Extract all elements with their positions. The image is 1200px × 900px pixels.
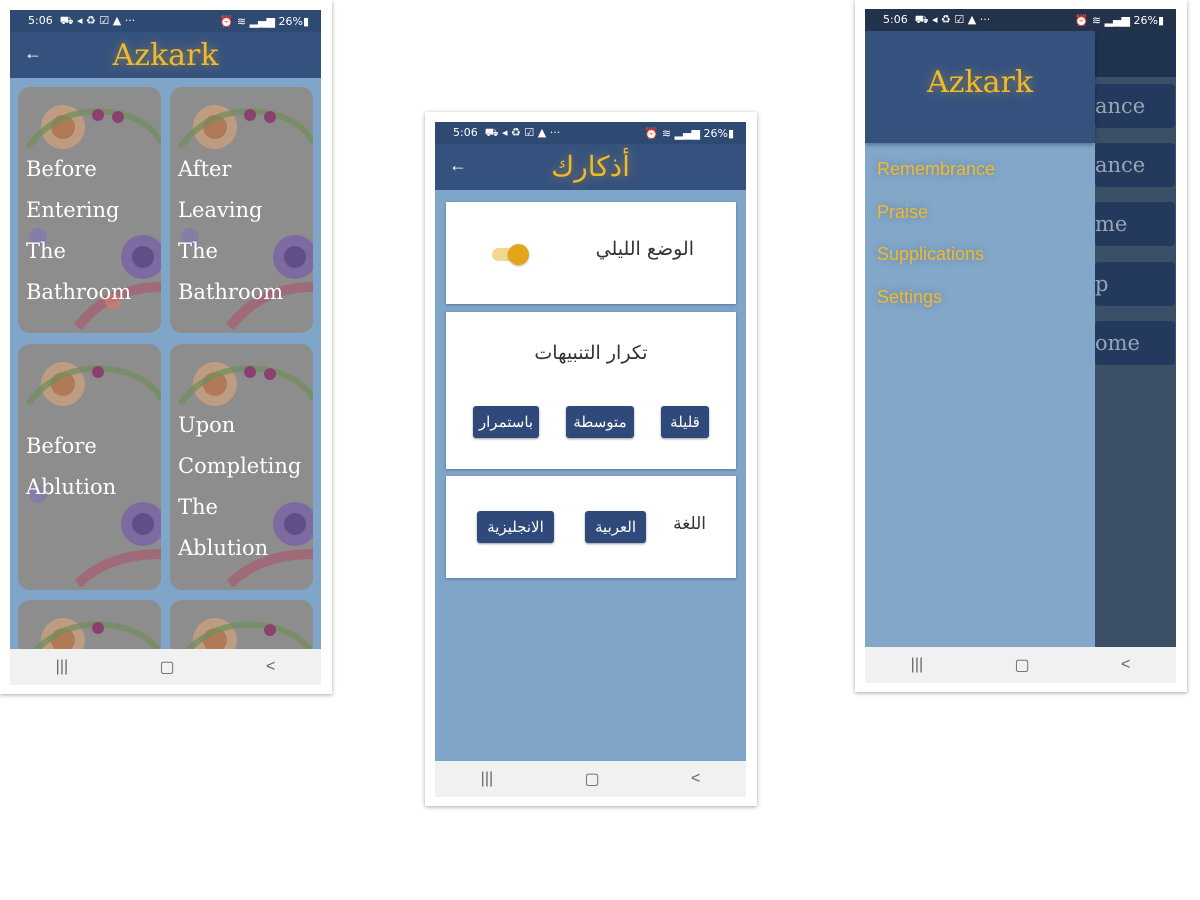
recent-apps-icon[interactable]: ||| bbox=[911, 656, 923, 674]
phone-drawer-screen: 5:06 ⛟ ◂ ♻ ☑ ▲ ··· ⏰ ≋ ▂▄▆ 26%▮ ance anc… bbox=[865, 9, 1176, 683]
system-back-icon[interactable]: < bbox=[691, 770, 700, 788]
phone-home-screen: 5:06 ⛟ ◂ ♻ ☑ ▲ ··· ⏰ ≋ ▂▄▆ 26%▮ ← Azkark… bbox=[10, 10, 321, 685]
app-bar: ← أذكارك bbox=[435, 144, 746, 190]
dimmed-list-item: ance bbox=[1095, 84, 1175, 128]
status-icons: ⛟ ◂ ♻ ☑ ▲ ··· bbox=[484, 125, 561, 139]
signal-icon: ⏰ ≋ ▂▄▆ bbox=[644, 126, 700, 140]
drawer-header: Azkark bbox=[865, 31, 1095, 143]
night-mode-card: الوضع الليلي bbox=[446, 202, 736, 304]
azkar-tile[interactable]: Upon Completing The Ablution bbox=[170, 344, 313, 590]
language-card: الانجليزية العربية اللغة bbox=[446, 476, 736, 578]
system-back-icon[interactable]: < bbox=[266, 658, 275, 676]
dimmed-list-item: p bbox=[1095, 262, 1175, 306]
battery-icon: ▮ bbox=[727, 126, 734, 140]
repeat-continuous-button[interactable]: باستمرار bbox=[473, 406, 539, 438]
tile-label: Before Ablution bbox=[26, 434, 117, 499]
notification-repeat-card: تكرار التنبيهات باستمرار متوسطة قليلة bbox=[446, 312, 736, 469]
app-bar: ← Azkark bbox=[10, 32, 321, 78]
menu-item-remembrance[interactable]: Remembrance bbox=[877, 159, 995, 180]
signal-icon: ⏰ ≋ ▂▄▆ bbox=[1074, 13, 1130, 27]
recent-apps-icon[interactable]: ||| bbox=[481, 770, 493, 788]
status-icons: ⛟ ◂ ♻ ☑ ▲ ··· bbox=[914, 12, 991, 26]
app-title: أذكارك bbox=[551, 150, 630, 183]
repeat-low-button[interactable]: قليلة bbox=[661, 406, 709, 438]
language-label: اللغة bbox=[673, 514, 706, 534]
dimmed-list-item: me bbox=[1095, 202, 1175, 246]
status-bar: 5:06 ⛟ ◂ ♻ ☑ ▲ ··· ⏰ ≋ ▂▄▆ 26%▮ bbox=[865, 9, 1176, 31]
azkar-tile[interactable]: Before Ablution bbox=[18, 344, 161, 590]
azkar-tile[interactable]: Before Entering The Bathroom bbox=[18, 87, 161, 333]
status-icons: ⛟ ◂ ♻ ☑ ▲ ··· bbox=[59, 13, 136, 27]
tile-label: Before Entering The Bathroom bbox=[26, 157, 132, 304]
menu-item-supplications[interactable]: Supplications bbox=[877, 244, 984, 265]
battery-level: 26% bbox=[278, 14, 303, 28]
status-time: 5:06 bbox=[883, 12, 908, 26]
home-icon[interactable]: ▢ bbox=[159, 657, 174, 677]
tile-label: After Leaving The Bathroom bbox=[178, 157, 284, 304]
battery-icon: ▮ bbox=[1157, 13, 1164, 27]
screenshot-frame-drawer: 5:06 ⛟ ◂ ♻ ☑ ▲ ··· ⏰ ≋ ▂▄▆ 26%▮ ance anc… bbox=[855, 0, 1187, 692]
system-nav-bar: ||| ▢ < bbox=[865, 647, 1176, 683]
system-nav-bar: ||| ▢ < bbox=[435, 761, 746, 797]
language-arabic-button[interactable]: العربية bbox=[585, 511, 646, 543]
status-bar: 5:06 ⛟ ◂ ♻ ☑ ▲ ··· ⏰ ≋ ▂▄▆ 26%▮ bbox=[10, 10, 321, 32]
azkar-tile[interactable]: After Leaving The Bathroom bbox=[170, 87, 313, 333]
system-nav-bar: ||| ▢ < bbox=[10, 649, 321, 685]
navigation-drawer: Azkark Remembrance Praise Supplications … bbox=[865, 31, 1095, 647]
battery-level: 26% bbox=[1133, 13, 1158, 27]
tile-label: Upon Completing The Ablution bbox=[178, 413, 302, 560]
screenshot-frame-settings: 5:06 ⛟ ◂ ♻ ☑ ▲ ··· ⏰ ≋ ▂▄▆ 26%▮ ← أذكارك… bbox=[425, 112, 757, 806]
status-bar: 5:06 ⛟ ◂ ♻ ☑ ▲ ··· ⏰ ≋ ▂▄▆ 26%▮ bbox=[435, 122, 746, 144]
signal-icon: ⏰ ≋ ▂▄▆ bbox=[219, 14, 275, 28]
repeat-title: تكرار التنبيهات bbox=[534, 342, 648, 364]
drawer-title: Azkark bbox=[926, 65, 1034, 100]
system-back-icon[interactable]: < bbox=[1121, 656, 1130, 674]
battery-icon: ▮ bbox=[302, 14, 309, 28]
recent-apps-icon[interactable]: ||| bbox=[56, 658, 68, 676]
dimmed-list-item: ance bbox=[1095, 143, 1175, 187]
battery-level: 26% bbox=[703, 126, 728, 140]
status-time: 5:06 bbox=[28, 13, 53, 27]
app-title: Azkark bbox=[112, 38, 219, 73]
home-icon[interactable]: ▢ bbox=[1014, 655, 1029, 675]
language-english-button[interactable]: الانجليزية bbox=[477, 511, 554, 543]
screenshot-frame-home: 5:06 ⛟ ◂ ♻ ☑ ▲ ··· ⏰ ≋ ▂▄▆ 26%▮ ← Azkark… bbox=[0, 0, 332, 694]
phone-settings-screen: 5:06 ⛟ ◂ ♻ ☑ ▲ ··· ⏰ ≋ ▂▄▆ 26%▮ ← أذكارك… bbox=[435, 122, 746, 797]
menu-item-praise[interactable]: Praise bbox=[877, 202, 928, 223]
night-mode-toggle[interactable] bbox=[492, 244, 529, 265]
home-icon[interactable]: ▢ bbox=[584, 769, 599, 789]
status-time: 5:06 bbox=[453, 125, 478, 139]
night-mode-label: الوضع الليلي bbox=[595, 238, 694, 260]
dimmed-list-item: ome bbox=[1095, 321, 1175, 365]
toggle-thumb bbox=[508, 244, 529, 265]
menu-item-settings[interactable]: Settings bbox=[877, 287, 942, 308]
repeat-medium-button[interactable]: متوسطة bbox=[566, 406, 634, 438]
